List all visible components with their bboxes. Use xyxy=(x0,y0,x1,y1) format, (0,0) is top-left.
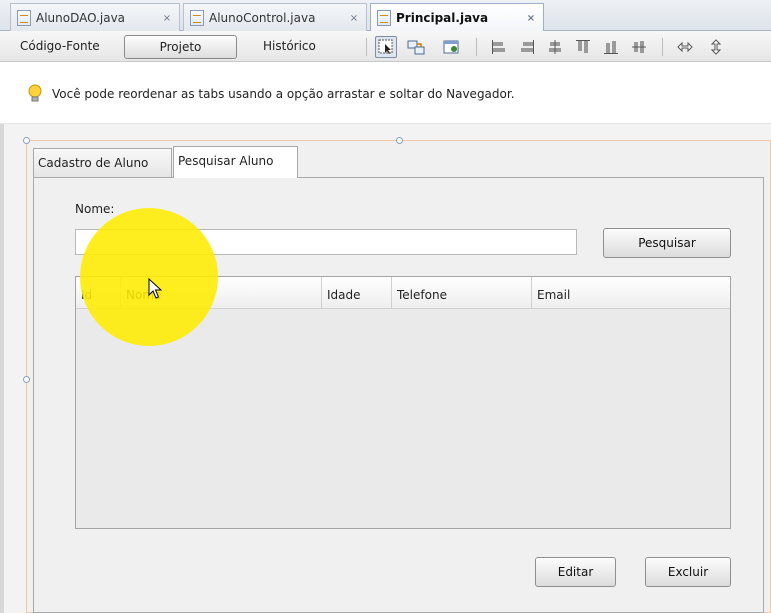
tab-label: AlunoControl.java xyxy=(209,10,316,25)
align-right-icon[interactable] xyxy=(516,36,538,58)
tab-principal[interactable]: Principal.java × xyxy=(370,3,544,32)
preview-design-icon[interactable] xyxy=(440,36,462,58)
toolbar-separator xyxy=(366,38,367,56)
column-header-idade[interactable]: Idade xyxy=(322,277,392,309)
close-icon[interactable]: × xyxy=(525,12,537,24)
selection-mode-icon[interactable] xyxy=(375,36,397,58)
history-view-button[interactable]: Histórico xyxy=(253,35,326,59)
design-area-gutter xyxy=(0,124,4,613)
resize-height-icon[interactable] xyxy=(705,36,727,58)
netbeans-editor-window: AlunoDAO.java × AlunoControl.java × Prin… xyxy=(0,0,771,613)
column-header-email[interactable]: Email xyxy=(532,277,730,309)
resize-width-icon[interactable] xyxy=(674,36,696,58)
source-view-button[interactable]: Código-Fonte xyxy=(10,35,110,59)
toolbar-separator xyxy=(476,38,477,56)
tab-cadastro-aluno[interactable]: Cadastro de Aluno xyxy=(33,148,172,178)
name-input[interactable] xyxy=(75,229,577,255)
tab-pesquisar-aluno[interactable]: Pesquisar Aluno xyxy=(173,146,298,178)
toolbar-separator xyxy=(662,38,663,56)
resize-handle[interactable] xyxy=(396,137,403,144)
java-file-icon xyxy=(17,9,31,26)
view-toolbar: Código-Fonte Projeto Histórico xyxy=(0,31,771,62)
edit-button[interactable]: Editar xyxy=(535,557,616,587)
name-label: Nome: xyxy=(75,202,115,216)
column-header-id[interactable]: Id xyxy=(76,277,121,309)
table-header: Id Nome Idade Telefone Email xyxy=(76,277,730,309)
search-button[interactable]: Pesquisar xyxy=(603,228,731,258)
mouse-cursor-icon xyxy=(148,278,162,299)
align-top-icon[interactable] xyxy=(572,36,594,58)
delete-button[interactable]: Excluir xyxy=(645,557,731,587)
hint-text: Você pode reordenar as tabs usando a opç… xyxy=(52,87,515,101)
center-vertical-icon[interactable] xyxy=(628,36,650,58)
tab-label: Principal.java xyxy=(396,11,489,25)
tab-aluno-control[interactable]: AlunoControl.java × xyxy=(183,3,367,31)
tab-label: AlunoDAO.java xyxy=(36,10,126,25)
java-file-icon xyxy=(377,10,391,26)
close-icon[interactable]: × xyxy=(348,12,360,24)
align-bottom-icon[interactable] xyxy=(600,36,622,58)
connection-mode-icon[interactable] xyxy=(405,36,427,58)
resize-handle[interactable] xyxy=(23,376,30,383)
align-left-icon[interactable] xyxy=(488,36,510,58)
column-header-telefone[interactable]: Telefone xyxy=(392,277,532,309)
results-table[interactable]: Id Nome Idade Telefone Email xyxy=(75,276,731,529)
design-view-button[interactable]: Projeto xyxy=(124,35,237,59)
editor-tab-bar: AlunoDAO.java × AlunoControl.java × Prin… xyxy=(0,0,771,32)
resize-handle[interactable] xyxy=(23,137,30,144)
java-file-icon xyxy=(190,9,204,26)
lightbulb-icon xyxy=(28,84,42,102)
close-icon[interactable]: × xyxy=(161,12,173,24)
center-horizontal-icon[interactable] xyxy=(544,36,566,58)
tab-aluno-dao[interactable]: AlunoDAO.java × xyxy=(10,3,180,31)
